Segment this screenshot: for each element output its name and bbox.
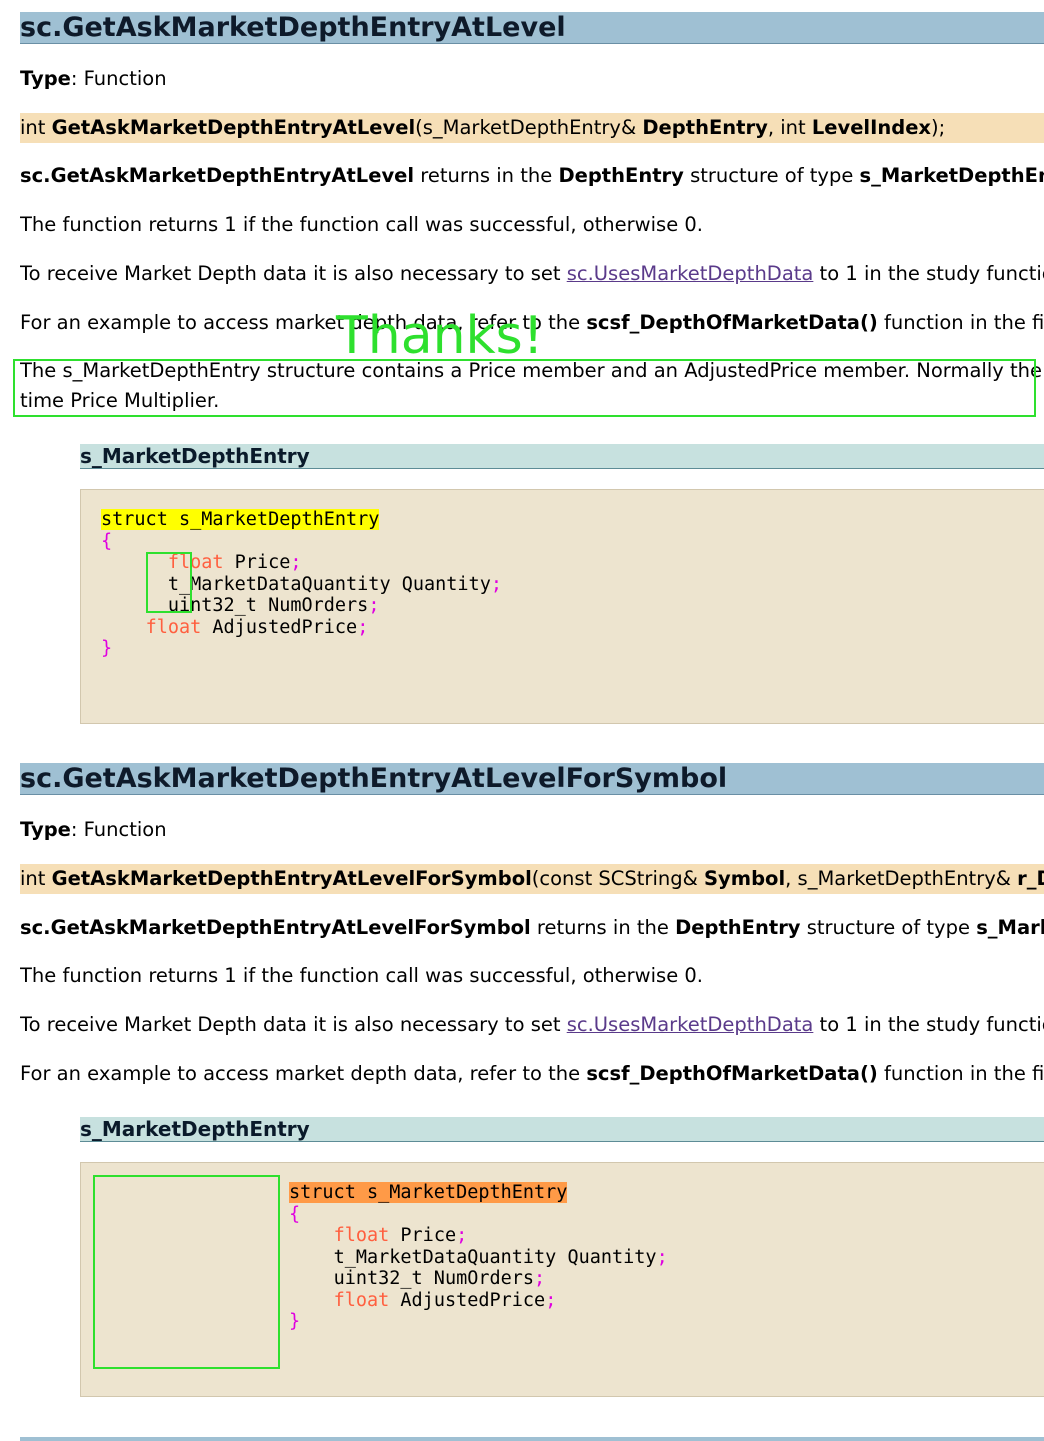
type-line: Type: Function [20, 64, 1044, 94]
desc-param: DepthEntry [675, 916, 801, 939]
code-close-brace: } [101, 638, 113, 659]
desc-function-name: sc.GetAskMarketDepthEntryAtLevelForSymbo… [20, 916, 531, 939]
receive-text: To receive Market Depth data it is also … [20, 262, 567, 285]
proto-param-name: LevelIndex [811, 116, 932, 139]
function-prototype: int GetAskMarketDepthEntryAtLevelForSymb… [20, 864, 1044, 894]
code-open-brace: { [289, 1203, 301, 1225]
code-semicolon: ; [534, 1268, 546, 1289]
struct-subheading: s_MarketDepthEntry [80, 1117, 1044, 1142]
example-text: function in the file [877, 1062, 1044, 1085]
example-function: scsf_DepthOfMarketData() [586, 1062, 878, 1085]
code-member-name: Price [389, 1225, 457, 1246]
code-member: uint32_t NumOrders [167, 595, 369, 616]
code-keyword: float [333, 1225, 390, 1246]
code-member-name: Price [223, 552, 291, 573]
description-paragraph: sc.GetAskMarketDepthEntryAtLevelForSymbo… [20, 913, 1044, 943]
desc-text: returns in the [414, 164, 559, 187]
section-heading-text: sc.GetAskMarketDepthEntryAtLevelForSymbo… [20, 763, 728, 794]
section-heading-text: sc.GetAskMarketDepthEntryAtLevel [20, 12, 566, 43]
uses-market-depth-data-link[interactable]: sc.UsesMarketDepthData [567, 262, 814, 285]
proto-param-name: DepthEntry [642, 116, 768, 139]
desc-text: structure of type [800, 916, 977, 939]
proto-param-type: (const SCString& [531, 867, 705, 890]
receive-text: to 1 in the study function. [819, 1013, 1044, 1036]
type-value: : Function [70, 67, 167, 90]
code-semicolon: ; [545, 1289, 557, 1311]
proto-param-name: Symbol [704, 867, 786, 890]
example-function: scsf_DepthOfMarketData() [586, 311, 878, 334]
code-member-name: AdjustedPrice [201, 616, 358, 638]
type-value: : Function [70, 818, 167, 841]
proto-return-type: int [20, 116, 52, 139]
section-heading: sc.GetAskMarketDepthEntryAtLevelForSymbo… [20, 763, 1044, 795]
proto-function-name: GetAskMarketDepthEntryAtLevel [51, 116, 416, 139]
proto-param-type: , int [767, 116, 812, 139]
section-heading: sc.GetAskMarketDepthEntryAtLevel [20, 12, 1044, 44]
desc-text: structure of type [683, 164, 860, 187]
desc-param: DepthEntry [558, 164, 684, 187]
receive-text: To receive Market Depth data it is also … [20, 1013, 567, 1036]
function-prototype: int GetAskMarketDepthEntryAtLevel(s_Mark… [20, 113, 1044, 143]
desc-type: s_MarketDepthEntry [859, 164, 1044, 187]
example-text: function in the file [877, 311, 1044, 334]
code-semicolon: ; [490, 573, 502, 595]
code-semicolon: ; [368, 595, 380, 616]
code-keyword: float [333, 1289, 390, 1311]
code-member: t_MarketDataQuantity Quantity [167, 573, 491, 595]
annotation-empty-box [93, 1175, 280, 1369]
code-member: t_MarketDataQuantity Quantity [333, 1246, 657, 1268]
code-semicolon: ; [290, 552, 302, 573]
desc-type: s_MarketDepthEntry [976, 916, 1044, 939]
code-open-brace: { [101, 530, 113, 552]
proto-function-name: GetAskMarketDepthEntryAtLevelForSymbol [51, 867, 532, 890]
code-struct-declaration: struct s_MarketDepthEntry [101, 509, 380, 530]
proto-param-type: , s_MarketDepthEntry& [785, 867, 1018, 890]
receive-text: to 1 in the study function. [819, 262, 1044, 285]
code-listing: struct s_MarketDepthEntry { float Price;… [289, 1182, 668, 1333]
type-label: Type [20, 67, 71, 90]
code-block: struct s_MarketDepthEntry { float Price;… [80, 489, 1044, 724]
example-text: For an example to access market depth da… [20, 1062, 587, 1085]
code-close-brace: } [289, 1311, 301, 1332]
receive-paragraph: To receive Market Depth data it is also … [20, 1010, 1044, 1040]
code-semicolon: ; [357, 616, 369, 638]
proto-param-name: r_DepthEntry [1017, 867, 1044, 890]
proto-param-type: (s_MarketDepthEntry& [415, 116, 643, 139]
code-keyword: float [145, 616, 202, 638]
code-struct-declaration: struct s_MarketDepthEntry [289, 1182, 568, 1203]
uses-market-depth-data-link[interactable]: sc.UsesMarketDepthData [567, 1013, 814, 1036]
annotation-thanks-text: Thanks! [336, 306, 544, 366]
type-line: Type: Function [20, 815, 1044, 845]
type-label: Type [20, 818, 71, 841]
example-paragraph: For an example to access market depth da… [20, 1059, 1044, 1089]
proto-close: ); [931, 116, 946, 139]
code-semicolon: ; [456, 1225, 468, 1246]
section-divider [20, 1437, 1044, 1441]
desc-function-name: sc.GetAskMarketDepthEntryAtLevel [20, 164, 415, 187]
annotation-highlight-box [13, 359, 1036, 417]
annotation-indent-box [146, 552, 192, 613]
code-member-name: AdjustedPrice [389, 1289, 546, 1311]
returns-paragraph: The function returns 1 if the function c… [20, 213, 703, 236]
code-member: uint32_t NumOrders [333, 1268, 535, 1289]
code-semicolon: ; [656, 1246, 668, 1268]
struct-subheading: s_MarketDepthEntry [80, 444, 1044, 469]
returns-paragraph: The function returns 1 if the function c… [20, 964, 703, 987]
proto-return-type: int [20, 867, 52, 890]
description-paragraph: sc.GetAskMarketDepthEntryAtLevel returns… [20, 161, 1044, 191]
receive-paragraph: To receive Market Depth data it is also … [20, 259, 1044, 289]
desc-text: returns in the [530, 916, 676, 939]
